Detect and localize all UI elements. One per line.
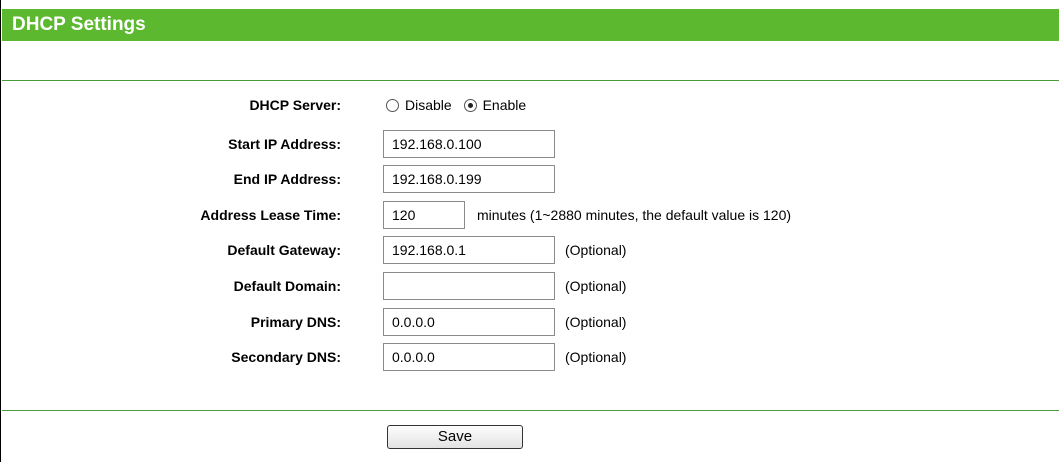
save-button[interactable]: Save (387, 425, 523, 449)
primary-dns-row: Primary DNS: (Optional) (1, 308, 1059, 336)
secondary-dns-row: Secondary DNS: (Optional) (1, 343, 1059, 371)
end-ip-label: End IP Address: (233, 171, 341, 187)
dhcp-server-row: DHCP Server: Disable Enable (1, 91, 1059, 119)
start-ip-row: Start IP Address: (1, 130, 1059, 158)
dhcp-settings-frame: DHCP Settings DHCP Server: Disable Enabl… (0, 0, 1059, 462)
default-domain-label: Default Domain: (233, 278, 341, 294)
lease-time-input[interactable] (383, 201, 465, 229)
default-gateway-label: Default Gateway: (227, 242, 341, 258)
dhcp-enable-label[interactable]: Enable (483, 91, 527, 119)
secondary-dns-hint: (Optional) (565, 349, 627, 365)
dhcp-disable-radio[interactable] (386, 98, 399, 112)
dhcp-enable-radio[interactable] (463, 98, 477, 112)
end-ip-input[interactable] (383, 165, 555, 193)
default-domain-row: Default Domain: (Optional) (1, 272, 1059, 300)
bottom-divider (2, 410, 1059, 411)
lease-time-row: Address Lease Time: minutes (1~2880 minu… (1, 201, 1059, 229)
secondary-dns-input[interactable] (383, 343, 555, 371)
default-gateway-hint: (Optional) (565, 242, 627, 258)
end-ip-row: End IP Address: (1, 165, 1059, 193)
dhcp-server-label: DHCP Server: (249, 97, 341, 113)
primary-dns-label: Primary DNS: (250, 314, 341, 330)
default-gateway-row: Default Gateway: (Optional) (1, 236, 1059, 264)
default-domain-hint: (Optional) (565, 278, 627, 294)
dhcp-server-radio-group: Disable Enable (386, 91, 534, 119)
lease-time-label: Address Lease Time: (200, 207, 341, 223)
primary-dns-input[interactable] (383, 308, 555, 336)
default-gateway-input[interactable] (383, 236, 555, 264)
start-ip-label: Start IP Address: (228, 136, 341, 152)
secondary-dns-label: Secondary DNS: (231, 349, 341, 365)
primary-dns-hint: (Optional) (565, 314, 627, 330)
start-ip-input[interactable] (383, 130, 555, 158)
default-domain-input[interactable] (383, 272, 555, 300)
page-title: DHCP Settings (2, 9, 1059, 41)
dhcp-disable-label[interactable]: Disable (405, 91, 452, 119)
lease-time-hint: minutes (1~2880 minutes, the default val… (477, 207, 792, 223)
top-divider (2, 80, 1059, 81)
